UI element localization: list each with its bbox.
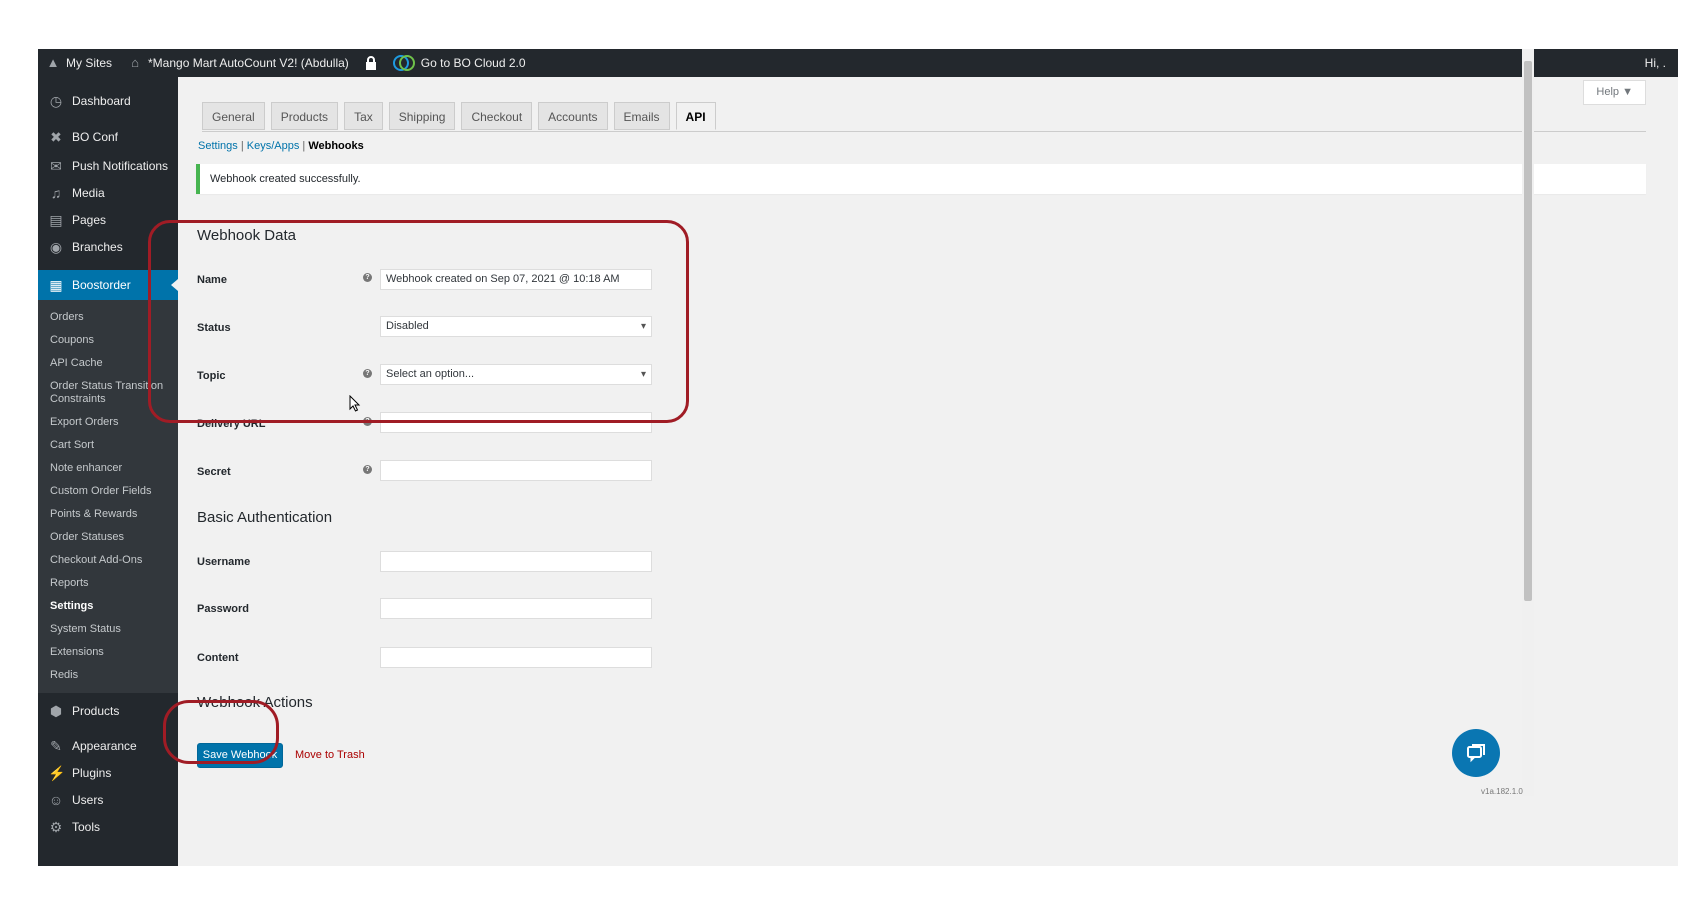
menu-appearance[interactable]: ✎ Appearance: [38, 732, 178, 759]
globe-icon: ◉: [49, 238, 63, 255]
tab-products[interactable]: Products: [270, 102, 339, 130]
tab-tax[interactable]: Tax: [344, 102, 383, 130]
menu-plugins-label: Plugins: [72, 765, 112, 780]
home-icon: ⌂: [131, 55, 139, 70]
wp-admin-window: ▲ My Sites ⌂ *Mango Mart AutoCount V2! (…: [38, 49, 1678, 866]
menu-appearance-label: Appearance: [72, 738, 137, 753]
site-name-link[interactable]: ⌂ *Mango Mart AutoCount V2! (Abdulla): [120, 49, 357, 77]
my-sites-label: My Sites: [66, 56, 113, 70]
account-menu[interactable]: Hi, .: [1637, 49, 1678, 77]
submenu-checkout-addons[interactable]: Checkout Add-Ons: [38, 549, 178, 572]
menu-bo-conf[interactable]: ✖ BO Conf: [38, 122, 178, 152]
sites-icon: ▲: [46, 55, 60, 70]
menu-push-notifications[interactable]: ✉ Push Notifications: [38, 152, 178, 179]
chat-icon: [1467, 744, 1485, 763]
chat-button[interactable]: [1452, 729, 1500, 777]
menu-products-label: Products: [72, 704, 120, 718]
megaphone-icon: ✉: [50, 157, 62, 174]
menu-tools-label: Tools: [72, 819, 101, 834]
subsub-separator: |: [302, 140, 306, 152]
subsub-keys-link[interactable]: Keys/Apps: [247, 140, 300, 152]
tab-checkout[interactable]: Checkout: [461, 102, 533, 130]
password-input[interactable]: [380, 598, 652, 619]
brush-icon: ✎: [50, 737, 62, 754]
user-icon: ☺: [48, 791, 64, 808]
submenu-reports[interactable]: Reports: [38, 572, 178, 595]
main-content: Help ▼ General Products Tax Shipping Che…: [178, 77, 1660, 866]
move-to-trash-link[interactable]: Move to Trash: [295, 749, 365, 761]
submenu-cart-sort[interactable]: Cart Sort: [38, 434, 178, 457]
page-scrollbar[interactable]: [1522, 49, 1534, 796]
admin-sidebar: ◷ Dashboard ✖ BO Conf ✉ Push Notificatio…: [38, 77, 178, 866]
menu-tools[interactable]: ⚙ Tools: [38, 813, 178, 840]
products-icon: ⬢: [49, 703, 63, 719]
menu-users[interactable]: ☺ Users: [38, 786, 178, 813]
pages-icon: ▤: [49, 211, 63, 228]
pin-icon: ✖: [50, 129, 62, 145]
content-input[interactable]: [380, 647, 652, 668]
submenu-order-statuses[interactable]: Order Statuses: [38, 526, 178, 549]
tab-accounts[interactable]: Accounts: [538, 102, 608, 130]
tab-shipping[interactable]: Shipping: [388, 102, 456, 130]
bo-cloud-label: Go to BO Cloud 2.0: [420, 56, 526, 70]
menu-dashboard-label: Dashboard: [72, 94, 131, 108]
submenu-system-status[interactable]: System Status: [38, 618, 178, 641]
annotation-highlight-webhook-fields: [148, 220, 689, 423]
menu-dashboard[interactable]: ◷ Dashboard: [38, 86, 178, 116]
success-notice: Webhook created successfully.: [196, 164, 1646, 194]
submenu-note-enhancer[interactable]: Note enhancer: [38, 457, 178, 480]
menu-bo-conf-label: BO Conf: [72, 130, 119, 144]
submenu-extensions[interactable]: Extensions: [38, 641, 178, 664]
wrench-icon: ⚙: [49, 818, 63, 835]
submenu-points-rewards[interactable]: Points & Rewards: [38, 503, 178, 526]
admin-bar: ▲ My Sites ⌂ *Mango Mart AutoCount V2! (…: [38, 49, 1678, 77]
basic-auth-heading: Basic Authentication: [197, 509, 333, 526]
bo-cloud-logo-icon: [392, 55, 415, 71]
site-name-label: *Mango Mart AutoCount V2! (Abdulla): [148, 56, 349, 70]
help-tip-icon[interactable]: ?: [363, 465, 372, 474]
menu-branches-label: Branches: [72, 239, 123, 254]
bo-cloud-link[interactable]: Go to BO Cloud 2.0: [385, 49, 534, 77]
menu-users-label: Users: [72, 792, 104, 807]
media-icon: ♫: [50, 184, 62, 201]
subsub-settings-link[interactable]: Settings: [198, 140, 238, 152]
username-label: Username: [197, 556, 251, 568]
password-label: Password: [197, 603, 249, 615]
submenu-redis[interactable]: Redis: [38, 664, 178, 687]
menu-boostorder-label: Boostorder: [72, 278, 131, 292]
username-input[interactable]: [380, 551, 652, 572]
scrollbar-thumb[interactable]: [1524, 61, 1532, 601]
menu-media-label: Media: [72, 185, 105, 200]
tab-emails[interactable]: Emails: [613, 102, 670, 130]
menu-push-label: Push Notifications: [72, 158, 169, 173]
subsub-webhooks-current: Webhooks: [308, 140, 364, 152]
version-text: v1a.182.1.0: [1481, 787, 1523, 796]
menu-media[interactable]: ♫ Media: [38, 179, 178, 206]
plug-icon: ⚡: [48, 764, 66, 781]
dashboard-icon: ◷: [49, 93, 63, 109]
menu-products[interactable]: ⬢ Products: [38, 696, 178, 726]
menu-plugins[interactable]: ⚡ Plugins: [38, 759, 178, 786]
lock-button[interactable]: [357, 49, 385, 77]
tab-api[interactable]: API: [675, 102, 716, 130]
lock-icon: [365, 56, 376, 70]
tab-general[interactable]: General: [202, 102, 265, 130]
boostorder-icon: ▦: [49, 277, 63, 293]
my-sites-link[interactable]: ▲ My Sites: [38, 49, 120, 77]
greeting-label: Hi, .: [1644, 56, 1666, 70]
secret-label: Secret: [197, 466, 231, 478]
submenu-settings[interactable]: Settings: [38, 595, 178, 618]
secret-input[interactable]: [380, 460, 652, 481]
annotation-highlight-save-button: [163, 700, 279, 764]
subsub-nav: Settings | Keys/Apps | Webhooks: [198, 140, 364, 152]
settings-tabs: General Products Tax Shipping Checkout A…: [202, 102, 1646, 132]
content-label: Content: [197, 652, 239, 664]
menu-pages-label: Pages: [72, 212, 107, 227]
subsub-separator: |: [240, 140, 244, 152]
submenu-custom-order-fields[interactable]: Custom Order Fields: [38, 480, 178, 503]
